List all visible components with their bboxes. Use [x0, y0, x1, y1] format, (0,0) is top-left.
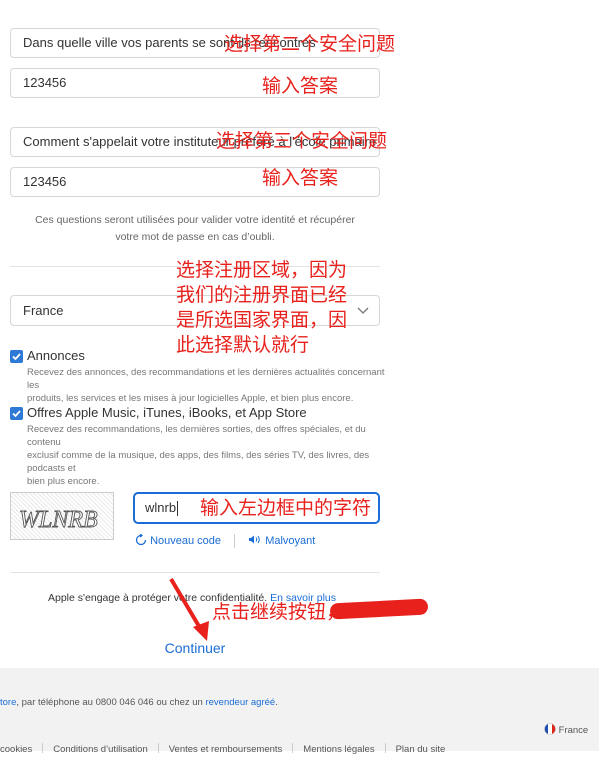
chevron-down-icon [357, 296, 369, 325]
new-code-label: Nouveau code [150, 535, 222, 547]
footer-contact-suffix: . [275, 697, 278, 708]
footer-country-label: France [558, 725, 589, 736]
annotation-captcha: 输入左边框中的字符 [200, 498, 372, 519]
check-icon [12, 353, 21, 361]
audio-captcha-button[interactable]: Malvoyant [248, 535, 315, 547]
divider [10, 572, 380, 573]
footer-link-cookies[interactable]: cookies [0, 744, 32, 755]
security-answer-3-value: 123456 [23, 174, 67, 189]
continue-button[interactable]: Continuer [0, 640, 390, 656]
offres-label: Offres Apple Music, iTunes, iBooks, et A… [27, 405, 307, 420]
security-help-line-1: Ces questions seront utilisées pour vali… [35, 214, 355, 226]
security-help-line-2: votre mot de passe en cas d’oubli. [115, 231, 275, 243]
separator [157, 742, 159, 753]
check-icon [12, 410, 21, 418]
audio-captcha-label: Malvoyant [265, 535, 316, 547]
continue-label: Continuer [164, 640, 226, 656]
footer-reseller-link[interactable]: revendeur agréé [205, 697, 275, 708]
refresh-icon [135, 533, 147, 546]
annotation-continue: 点击继续按钮， [212, 602, 346, 623]
footer-contact: tore, par téléphone au 0800 046 046 ou c… [0, 697, 278, 708]
captcha-image-text: WLNRB [19, 507, 98, 533]
annonces-description: Recevez des annonces, des recommandation… [27, 366, 387, 405]
offres-description: Recevez des recommandations, les dernièr… [27, 423, 387, 488]
footer-link-sitemap[interactable]: Plan du site [396, 744, 446, 755]
annotation-question-2: 选择第二个安全问题 [224, 34, 396, 55]
new-code-button[interactable]: Nouveau code [135, 533, 224, 547]
annotation-region-line-3: 是所选国家界面，因 [176, 310, 348, 331]
footer-link-sales[interactable]: Ventes et remboursements [169, 744, 283, 755]
offres-desc-line-1: Recevez des recommandations, les dernièr… [27, 424, 366, 448]
text-cursor [177, 501, 179, 517]
annonces-checkbox[interactable] [10, 350, 23, 363]
captcha-image: WLNRB [10, 492, 114, 540]
annotation-region-line-1: 选择注册区域，因为 [176, 260, 348, 281]
footer-contact-text: , par téléphone au 0800 046 046 ou chez … [16, 697, 206, 708]
offres-checkbox[interactable] [10, 407, 23, 420]
france-flag-icon [544, 723, 556, 735]
annotation-region-line-4: 此选择默认就行 [176, 335, 310, 356]
separator [384, 742, 386, 753]
footer-store-link[interactable]: tore [0, 697, 16, 708]
separator [42, 742, 44, 753]
speaker-icon [249, 535, 260, 544]
region-select-value: France [23, 303, 64, 318]
arrow-icon [169, 577, 209, 641]
separator [234, 534, 236, 549]
footer: tore, par téléphone au 0800 046 046 ou c… [0, 668, 599, 755]
captcha-glyphs: WLNRB [19, 507, 99, 534]
captcha-controls: Nouveau code Malvoyant [135, 533, 315, 549]
annonces-desc-line-2: produits, les services et les mises à jo… [27, 393, 354, 404]
security-help-text: Ces questions seront utilisées pour vali… [10, 212, 380, 246]
offres-desc-line-2: exclusif comme de la musique, des apps, … [27, 450, 370, 474]
annotation-region: 选择注册区域，因为 我们的注册界面已经 是所选国家界面，因 此选择默认就行 [176, 258, 347, 358]
annotation-region-line-2: 我们的注册界面已经 [176, 285, 348, 306]
footer-link-terms[interactable]: Conditions d’utilisation [53, 744, 148, 755]
annonces-desc-line-1: Recevez des annonces, des recommandation… [27, 367, 385, 391]
footer-country-selector[interactable]: France [544, 723, 588, 736]
annotation-question-3: 选择第三个安全问题 [216, 131, 388, 152]
annotation-answer-2: 输入答案 [262, 76, 339, 97]
security-answer-2-value: 123456 [23, 75, 67, 90]
annonces-label: Annonces [27, 348, 85, 363]
footer-links: cookies Conditions d’utilisation Ventes et… [0, 739, 445, 757]
captcha-input-value: wlnrb [145, 500, 177, 515]
offres-desc-line-3: bien plus encore. [27, 476, 100, 487]
footer-link-legal[interactable]: Mentions légales [303, 744, 374, 755]
annotation-answer-3: 输入答案 [262, 168, 339, 189]
separator [292, 742, 294, 753]
